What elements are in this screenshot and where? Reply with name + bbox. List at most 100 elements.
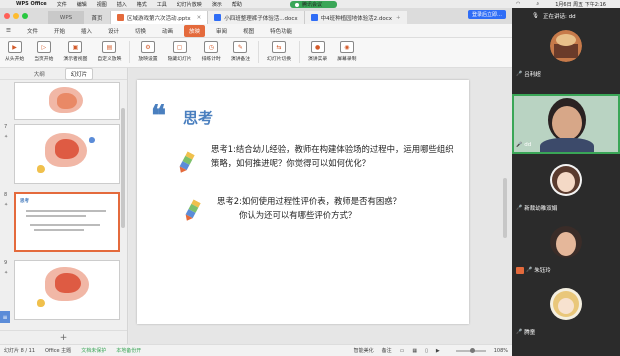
backup-status[interactable]: 本地备份开 [116, 347, 141, 354]
play-slideshow-icon[interactable]: ▶ [436, 348, 440, 354]
zoom-window-icon[interactable] [22, 13, 28, 19]
speaker-notes-button[interactable]: ✎ 演讲备注 [226, 41, 255, 62]
minimize-window-icon[interactable] [13, 13, 19, 19]
ribbon-file[interactable]: 文件 [27, 27, 38, 35]
menu-format[interactable]: 格式 [137, 1, 147, 8]
wifi-icon[interactable]: ◠ [516, 1, 520, 7]
slide-thumbnail[interactable] [14, 260, 120, 320]
meeting-indicator[interactable]: 腾讯会议 [290, 1, 338, 8]
menu-slideshow[interactable]: 幻灯片放映 [177, 1, 202, 8]
star-icon: ✦ [4, 134, 9, 140]
screen-record-button[interactable]: ◉ 屏幕录制 [332, 41, 361, 62]
toolbar-divider [258, 41, 260, 63]
play-current-button[interactable]: ▷ 当页开始 [29, 41, 58, 62]
rehearse-timing-button[interactable]: ◷ 排练计时 [197, 41, 226, 62]
participant-name: 🎤 吕利超 [516, 71, 541, 78]
menu-tools[interactable]: 工具 [157, 1, 167, 8]
status-bar: 幻灯片 8 / 11 Office 主题 文档未保护 本地备份开 智能美化 备注… [0, 344, 512, 356]
slide-thumbnail[interactable] [14, 82, 120, 120]
participant-video-tile[interactable]: 🎤 dd [512, 94, 620, 154]
hide-slide-button[interactable]: ▢ 隐藏幻灯片 [163, 41, 197, 62]
thumb-text-line [26, 215, 86, 217]
tab-document-docx-2[interactable]: 中4班种植园地体验活2.docx + [303, 11, 407, 24]
slide-number: 7 [4, 124, 8, 130]
mic-off-icon: 🎤 [516, 205, 523, 211]
app-menu[interactable]: WPS Office [16, 1, 47, 7]
ribbon-review[interactable]: 审阅 [216, 27, 227, 35]
page-indicator: 幻灯片 8 / 11 [4, 348, 35, 354]
close-window-icon[interactable] [4, 13, 10, 19]
slide-transition-button[interactable]: ⇆ 幻灯片切换 [262, 41, 296, 62]
menu-insert[interactable]: 插入 [117, 1, 127, 8]
tab-wps[interactable]: WPS [48, 11, 84, 24]
login-button[interactable]: 登录后立即… [467, 10, 506, 19]
search-icon[interactable]: ⌕ [536, 1, 539, 7]
tab-document-pptx[interactable]: 区域游戏第六次活动.pptx ✕ [110, 11, 208, 24]
question-2[interactable]: 思考2:如何使用过程性评价表，教师是否有困惑？ 你认为还可以有哪些评价方式？ [217, 194, 401, 222]
ribbon-animation[interactable]: 动画 [162, 27, 173, 35]
ribbon-menu: ☰ 文件 开始 插入 设计 切换 动画 放映 审阅 视图 特色功能 [0, 24, 512, 38]
speech-record-button[interactable]: ● 演讲实录 [303, 41, 332, 62]
status-right: 智能美化 备注 ▭ ▦ ▯ ▶ 108% [346, 347, 508, 354]
slide-title[interactable]: 思考 [183, 107, 213, 128]
play-from-start-button[interactable]: ▶ 从头开始 [0, 41, 29, 62]
mic-icon: 🎤 [516, 142, 523, 148]
slide-thumbnail-panel: 大纲 幻灯片 7 ✦ 8 ✦ 思考 9 ✦ ≡ + [0, 67, 128, 344]
clock[interactable]: 1月6日 周五 下午2:16 [555, 1, 606, 8]
grid-view-icon[interactable]: ▦ [412, 348, 417, 354]
reading-view-icon[interactable]: ▯ [425, 348, 428, 354]
menu-file[interactable]: 文件 [57, 1, 67, 8]
tab-title: 区域游戏第六次活动.pptx [127, 15, 191, 22]
tab-home[interactable]: 首页 [84, 11, 110, 24]
participant-tile[interactable]: 🎤 新裁幼稚双娟 [512, 158, 620, 218]
normal-view-icon[interactable]: ▭ [400, 348, 405, 354]
tab-document-docx-1[interactable]: 小四班整理裤子体验活...docx [207, 11, 304, 24]
settings-icon: ⚙ [141, 41, 155, 53]
add-slide-button[interactable]: + [0, 330, 127, 344]
slide-thumbnail[interactable] [14, 124, 120, 184]
menu-edit[interactable]: 编辑 [77, 1, 87, 8]
ribbon-slideshow[interactable]: 放映 [184, 24, 206, 37]
zoom-slider[interactable] [448, 347, 486, 354]
slide-thumbnail-selected[interactable]: 思考 [14, 192, 120, 252]
scroll-thumb[interactable] [503, 178, 507, 238]
ribbon-insert[interactable]: 插入 [81, 27, 92, 35]
question-1[interactable]: 思考1:结合幼儿经验，教师在构建体验场的过程中，运用哪些组织 策略，如何推进呢？… [211, 142, 454, 170]
pencil-icon [179, 151, 195, 173]
notes-button[interactable]: 备注 [382, 347, 392, 354]
zoom-level[interactable]: 108% [494, 348, 508, 354]
tab-slides[interactable]: 幻灯片 [64, 67, 94, 80]
recording-dot-icon [295, 2, 299, 7]
toolbar-divider [129, 41, 131, 63]
panel-toggle-icon[interactable]: ≡ [0, 311, 10, 323]
custom-show-button[interactable]: ▤ 自定义放映 [92, 41, 126, 62]
mic-off-icon: 🎤 [516, 329, 523, 335]
thumbnail-scrollbar[interactable] [121, 108, 125, 228]
presenter-view-button[interactable]: ▣ 演示者视图 [58, 41, 92, 62]
menu-icon[interactable]: ☰ [6, 28, 11, 34]
protect-status[interactable]: 文档未保护 [81, 347, 106, 354]
new-tab-icon[interactable]: + [396, 15, 401, 21]
menu-view[interactable]: 视图 [97, 1, 107, 8]
docx-file-icon [214, 14, 222, 21]
ribbon-view[interactable]: 视图 [243, 27, 254, 35]
tab-outline[interactable]: 大纲 [34, 70, 45, 78]
hide-slide-icon: ▢ [172, 41, 187, 53]
canvas-scrollbar[interactable] [503, 78, 508, 328]
docx-file-icon [310, 14, 318, 21]
close-tab-icon[interactable]: ✕ [197, 15, 202, 21]
ribbon-features[interactable]: 特色功能 [270, 27, 292, 35]
ribbon-transition[interactable]: 切换 [135, 27, 146, 35]
menu-help[interactable]: 帮助 [232, 1, 242, 8]
participant-tile[interactable]: 🎤 吕利超 [512, 24, 620, 84]
show-settings-button[interactable]: ⚙ 放映设置 [133, 41, 162, 62]
menu-present[interactable]: 演示 [212, 1, 222, 8]
ribbon-start[interactable]: 开始 [54, 27, 65, 35]
participant-tile[interactable]: 🎤 朱钰玲 [512, 220, 620, 280]
thumb-decoration [57, 93, 77, 109]
ribbon-design[interactable]: 设计 [108, 27, 119, 35]
pptx-file-icon [117, 14, 124, 21]
smart-beautify-button[interactable]: 智能美化 [354, 347, 374, 354]
participant-tile[interactable]: 🎤 腾童 [512, 282, 620, 342]
current-slide[interactable]: ❝ 思考 思考1:结合幼儿经验，教师在构建体验场的过程中，运用哪些组织 策略，如… [137, 80, 469, 324]
